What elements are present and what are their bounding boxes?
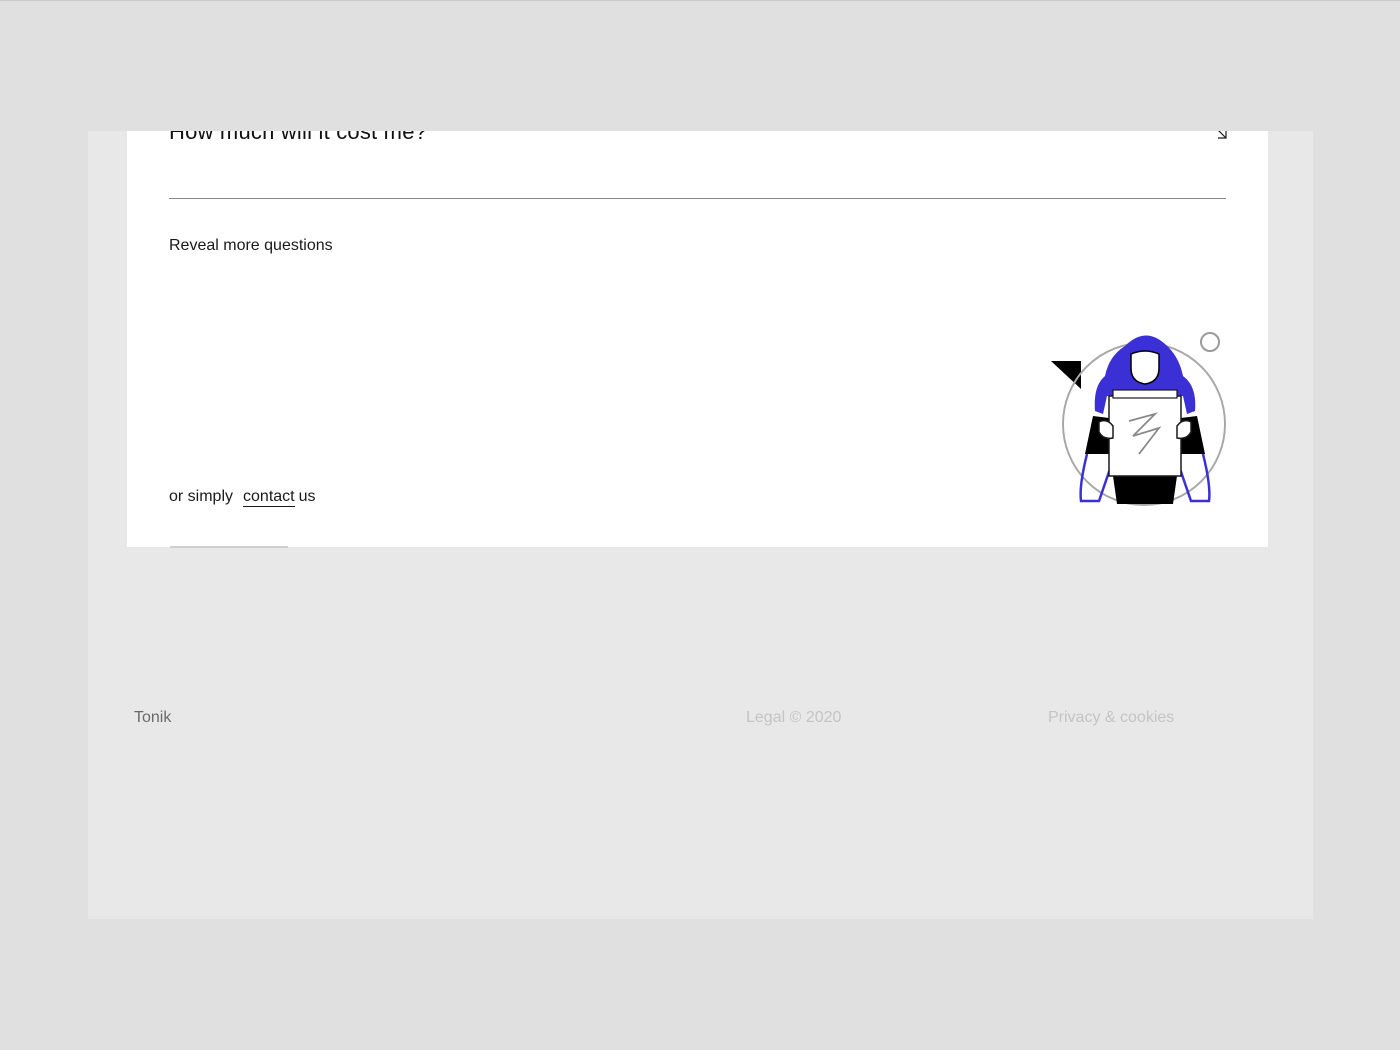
top-border [0,0,1400,1]
scroll-indicator [170,546,288,548]
faq-card: How much will it cost me? Reveal more qu… [127,131,1268,547]
footer-privacy-link[interactable]: Privacy & cookies [1048,709,1174,727]
footer-brand[interactable]: Tonik [134,709,171,727]
faq-question[interactable]: How much will it cost me? [169,131,427,145]
contact-suffix: us [298,488,316,505]
footer-legal[interactable]: Legal © 2020 [746,709,841,727]
contact-link[interactable]: contact [243,488,295,507]
arrow-down-right-icon[interactable] [1213,131,1229,141]
woman-holding-box-illustration [1051,332,1226,506]
contact-line: or simply contact us [169,488,316,507]
reveal-more-questions-button[interactable]: Reveal more questions [169,237,333,255]
contact-prefix: or simply [169,488,234,505]
faq-divider [169,198,1226,199]
